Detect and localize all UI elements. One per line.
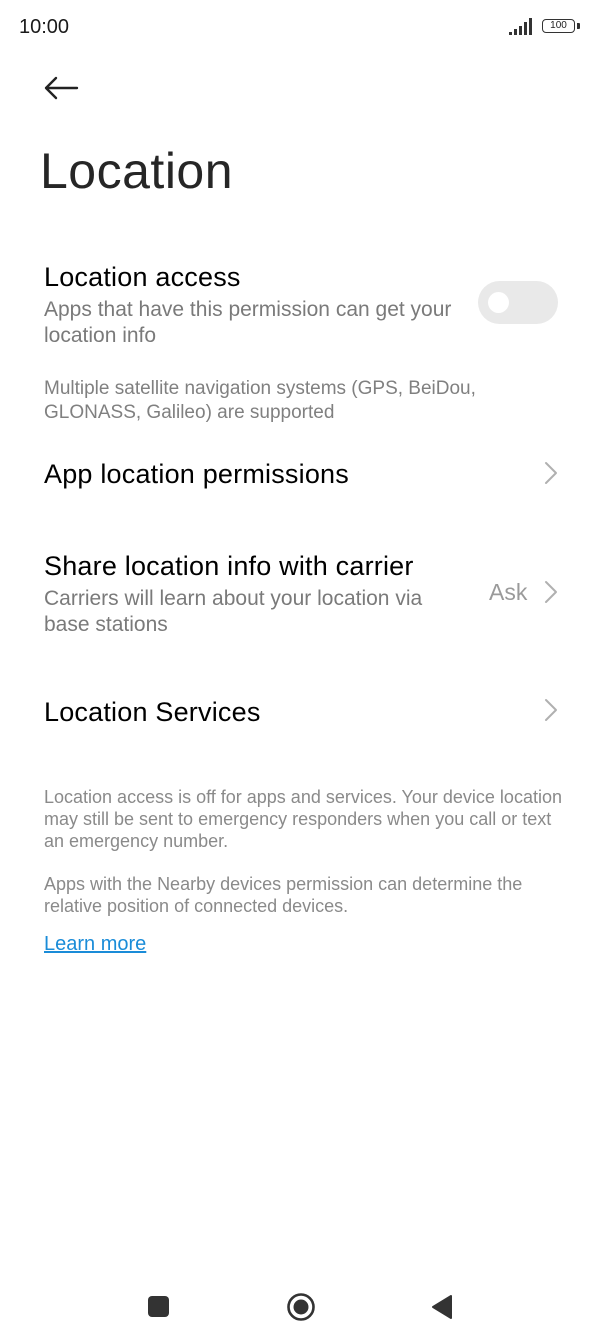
status-time: 10:00 <box>19 16 70 38</box>
app-location-permissions-title: App location permissions <box>44 459 349 489</box>
status-bar: 10:00 100 <box>0 0 603 56</box>
location-access-title: Location access <box>44 262 241 292</box>
learn-more-link[interactable]: Learn more <box>44 933 146 956</box>
location-services-title: Location Services <box>44 697 261 727</box>
gnss-note: Multiple satellite navigation systems (G… <box>44 378 476 423</box>
location-access-subtitle: Apps that have this permission can get y… <box>44 298 452 347</box>
back-button[interactable] <box>38 70 84 106</box>
home-button[interactable] <box>286 1292 316 1322</box>
chevron-right-icon <box>545 699 557 721</box>
toggle-knob <box>488 292 509 313</box>
nav-back-button[interactable] <box>431 1294 453 1320</box>
chevron-right-icon <box>545 581 557 603</box>
signal-icon <box>509 18 532 35</box>
recents-button[interactable] <box>148 1296 169 1317</box>
carrier-location-subtitle: Carriers will learn about your location … <box>44 587 423 636</box>
carrier-location-value: Ask <box>489 579 528 605</box>
back-arrow-icon <box>44 76 79 100</box>
location-access-toggle[interactable] <box>478 281 558 324</box>
nearby-devices-note: Apps with the Nearby devices permission … <box>44 874 523 916</box>
carrier-location-title: Share location info with carrier <box>44 551 414 581</box>
page-title: Location <box>40 143 234 199</box>
battery-icon: 100 <box>542 18 582 36</box>
battery-level: 100 <box>542 19 575 33</box>
chevron-right-icon <box>545 462 557 484</box>
emergency-note: Location access is off for apps and serv… <box>44 787 562 851</box>
